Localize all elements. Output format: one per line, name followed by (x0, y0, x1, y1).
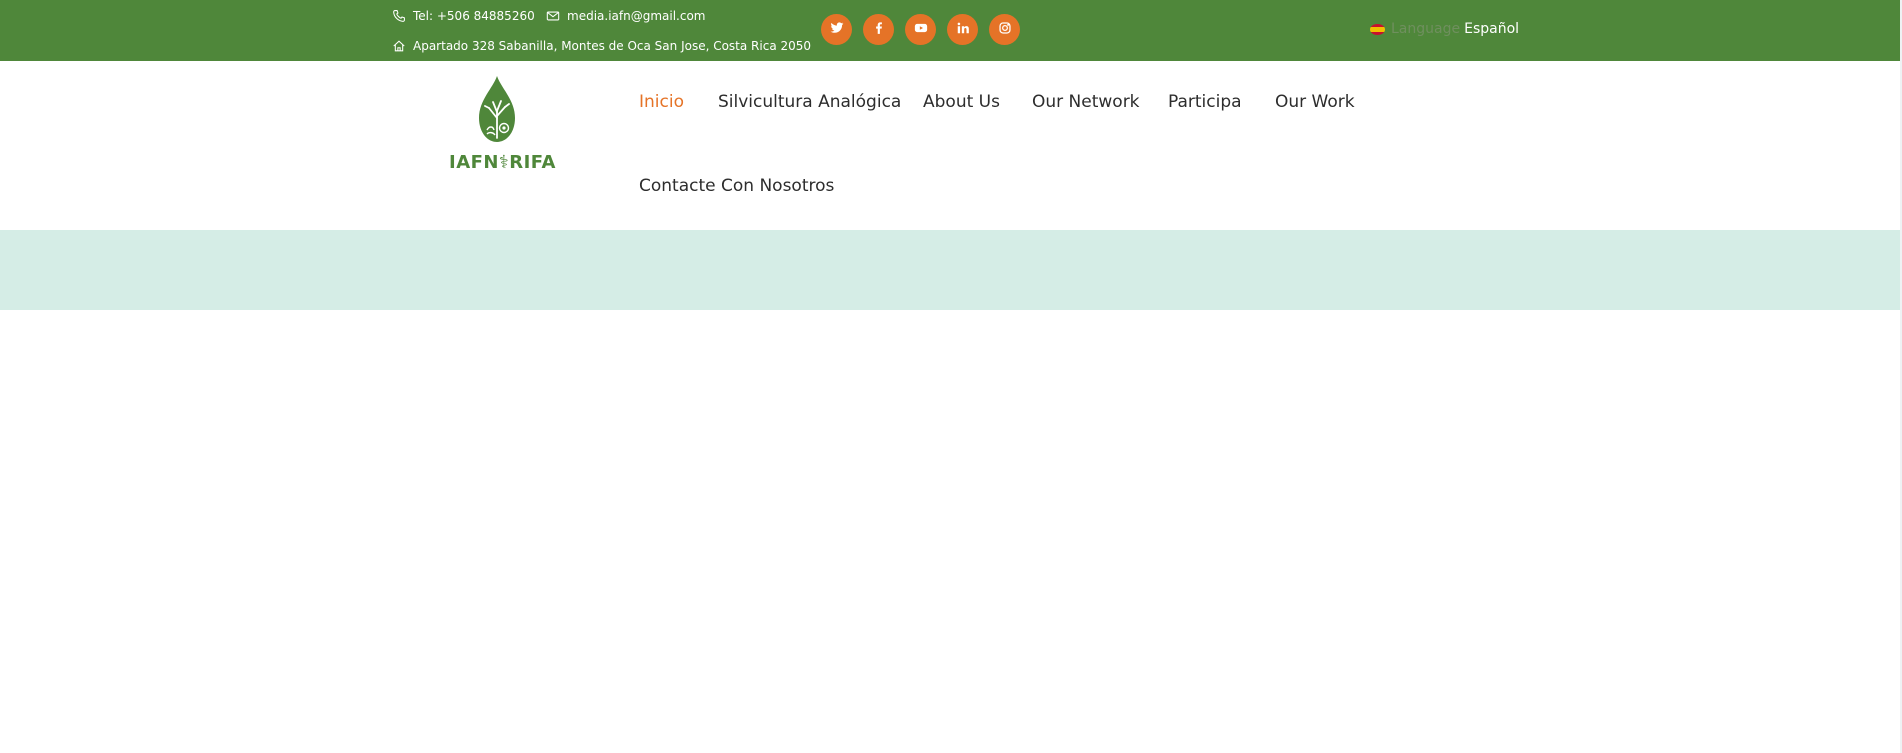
page-title-band (0, 230, 1900, 310)
language-label: Language (1391, 21, 1461, 37)
nav-item-inicio[interactable]: Inicio (639, 92, 684, 112)
main-area: Tel: +506 84885260 media.iafn@gmail.com (0, 0, 1900, 753)
home-icon (392, 39, 406, 53)
logo-text: IAFN⚕RIFA (449, 152, 556, 173)
top-bar: Tel: +506 84885260 media.iafn@gmail.com (0, 0, 1900, 61)
linkedin-icon (956, 20, 970, 39)
phone-text: Tel: +506 84885260 (413, 9, 535, 23)
instagram-button[interactable] (989, 14, 1020, 45)
nav-item-silvicultura-analogica[interactable]: Silvicultura Analógica (718, 92, 901, 112)
nav-item-contacte-con-nosotros[interactable]: Contacte Con Nosotros (639, 176, 834, 196)
twitter-button[interactable] (821, 14, 852, 45)
nav-item-participa[interactable]: Participa (1168, 92, 1242, 112)
address-contact: Apartado 328 Sabanilla, Montes de Oca Sa… (392, 38, 811, 54)
envelope-icon (546, 9, 560, 23)
youtube-icon (914, 20, 928, 39)
site-header: IAFN⚕RIFA Inicio Silvicultura Analógica … (0, 61, 1900, 230)
page: Tel: +506 84885260 media.iafn@gmail.com (0, 0, 1902, 753)
youtube-button[interactable] (905, 14, 936, 45)
nav-item-our-work[interactable]: Our Work (1275, 92, 1355, 112)
spain-flag-icon (1370, 23, 1385, 35)
email-contact[interactable]: media.iafn@gmail.com (546, 8, 705, 24)
phone-icon (392, 9, 406, 23)
address-text: Apartado 328 Sabanilla, Montes de Oca Sa… (413, 39, 812, 53)
facebook-icon (872, 20, 886, 39)
language-switcher[interactable]: Language Español (1370, 21, 1519, 37)
current-language: Español (1464, 21, 1520, 37)
email-text: media.iafn@gmail.com (567, 9, 706, 23)
instagram-icon (998, 20, 1012, 39)
leaf-tree-logo-icon (479, 76, 515, 142)
phone-contact[interactable]: Tel: +506 84885260 (392, 8, 535, 24)
nav-item-about-us[interactable]: About Us (923, 92, 1000, 112)
linkedin-button[interactable] (947, 14, 978, 45)
facebook-button[interactable] (863, 14, 894, 45)
social-links (821, 14, 1020, 45)
twitter-icon (830, 20, 844, 39)
nav-item-our-network[interactable]: Our Network (1032, 92, 1140, 112)
site-logo[interactable]: IAFN⚕RIFA (449, 74, 556, 174)
